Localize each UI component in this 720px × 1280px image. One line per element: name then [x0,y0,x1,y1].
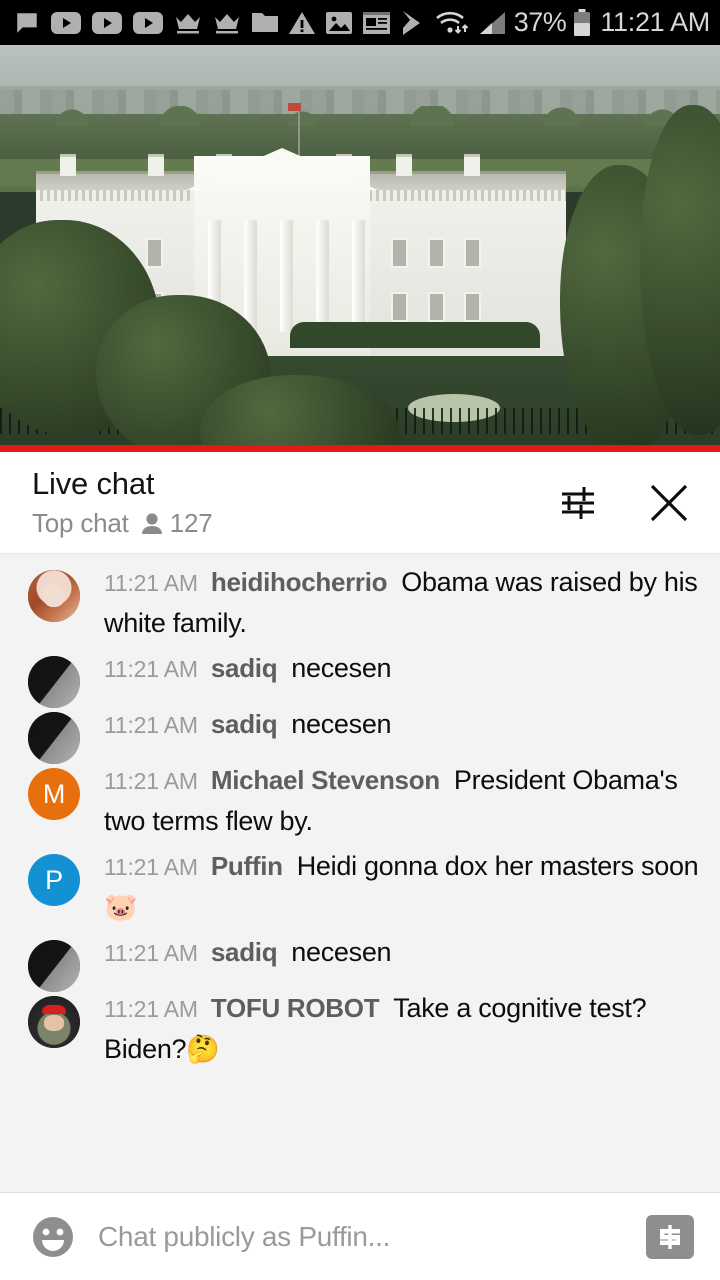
chat-message-line: 11:21 AM sadiq necesen [104,648,702,689]
avatar-photo [28,570,80,622]
status-bar: 37% 11:21 AM [0,0,720,45]
chat-message-row[interactable]: 11:21 AM heidihocherrio Obama was raised b… [0,562,720,644]
chat-message-author[interactable]: sadiq [211,937,278,967]
viewer-count: 127 [169,508,213,539]
phone-screen: 37% 11:21 AM Live chat Top chat 127 11:2… [0,0,720,1280]
emoji-smiley-icon[interactable] [30,1214,76,1260]
avatar[interactable]: M [28,768,80,821]
avatar-letter: M [28,768,80,821]
chat-message-inner: 11:21 AM TOFU ROBOT Take a cognitive test?… [0,988,702,1070]
avatar-photo [28,940,80,993]
video-progress-bar[interactable] [0,445,720,452]
live-chat-titles: Live chat Top chat 127 [32,466,556,540]
chat-message-text: necesen [291,653,392,684]
chat-message-line: 11:21 AM Michael Stevenson President Obama… [104,760,702,842]
live-chat-subtitle: Top chat 127 [32,508,556,539]
chat-message-time: 11:21 AM [104,996,198,1023]
image-icon [326,11,352,35]
avatar-letter: P [28,854,80,907]
chat-message-line: 11:21 AM heidihocherrio Obama was raised b… [104,562,702,644]
chat-message-inner: 11:21 AM sadiq necesen [0,648,702,709]
folder-icon [252,11,278,34]
avatar[interactable] [28,656,80,709]
chat-message-author[interactable]: heidihocherrio [211,567,388,597]
battery-percent-label: 37% [513,7,567,37]
status-bar-clock: 11:21 AM [600,7,710,37]
youtube-icon-2 [92,11,122,34]
live-chat-actions [556,480,698,526]
avatar[interactable] [28,712,80,765]
live-chat-header: Live chat Top chat 127 [0,452,720,554]
wifi-icon [434,9,470,37]
chat-message-time: 11:21 AM [104,712,198,739]
avatar[interactable]: P [28,854,80,907]
news-icon [363,11,390,35]
chat-message-author[interactable]: TOFU ROBOT [211,993,380,1023]
chat-message-row[interactable]: 11:21 AM sadiq necesen [0,704,720,765]
status-bar-system-icons: 37% 11:21 AM [434,7,710,38]
chat-input-bar: Chat publicly as Puffin... [0,1192,720,1280]
chat-message-author[interactable]: Michael Stevenson [211,765,440,795]
chat-message-inner: 11:21 AM sadiq necesen [0,932,702,993]
chat-message-line: 11:21 AM TOFU ROBOT Take a cognitive test?… [104,988,702,1070]
youtube-icon-1 [51,11,81,34]
avatar-photo [28,656,80,709]
chat-message-text: necesen [291,709,392,740]
live-chat-title: Live chat [32,465,155,501]
chat-message-row[interactable]: P 11:21 AM Puffin Heidi gonna dox her maste… [0,846,720,928]
chat-message-line: 11:21 AM sadiq necesen [104,704,702,745]
message-icon [14,10,40,36]
avatar[interactable] [28,996,80,1049]
chat-message-inner: M 11:21 AM Michael Stevenson President Obam… [0,760,702,842]
chat-message-text: necesen [291,937,392,968]
chat-message-author[interactable]: Puffin [211,851,283,881]
chat-message-inner: P 11:21 AM Puffin Heidi gonna dox her maste… [0,846,702,928]
chat-message-time: 11:21 AM [104,570,198,596]
close-icon[interactable] [646,480,692,526]
chat-input-placeholder[interactable]: Chat publicly as Puffin... [98,1221,624,1253]
warning-icon [289,11,315,35]
video-hedge [290,322,540,348]
chat-message-row[interactable]: 11:21 AM sadiq necesen [0,648,720,709]
play-store-icon [401,10,425,36]
chat-mode-label[interactable]: Top chat [32,508,129,539]
chat-message-row[interactable]: 11:21 AM sadiq necesen [0,932,720,993]
chat-message-row[interactable]: M 11:21 AM Michael Stevenson President Obam… [0,760,720,842]
chat-message-inner: 11:21 AM sadiq necesen [0,704,702,765]
chat-message-time: 11:21 AM [104,768,198,795]
crown-icon-1 [174,11,202,35]
avatar-photo [28,712,80,765]
person-icon [141,512,163,536]
chat-message-time: 11:21 AM [104,656,198,683]
chat-message-line: 11:21 AM Puffin Heidi gonna dox her master… [104,846,702,928]
video-player[interactable] [0,45,720,452]
video-flag [288,103,301,111]
avatar-photo [28,996,80,1049]
chat-message-row[interactable]: 11:21 AM TOFU ROBOT Take a cognitive test?… [0,988,720,1070]
cell-signal-icon [477,10,507,36]
chat-message-time: 11:21 AM [104,854,198,881]
dollar-superchat-icon[interactable] [646,1214,694,1259]
chat-message-author[interactable]: sadiq [211,709,278,739]
chat-message-time: 11:21 AM [104,940,198,967]
youtube-icon-3 [133,11,163,34]
viewer-count-group: 127 [141,508,213,539]
chat-message-author[interactable]: sadiq [211,653,278,683]
status-bar-notification-icons [14,10,434,36]
chat-message-inner: 11:21 AM heidihocherrio Obama was raised b… [0,562,702,644]
avatar[interactable] [28,570,80,622]
tune-filter-icon[interactable] [556,481,600,525]
avatar[interactable] [28,940,80,993]
crown-icon-2 [213,11,241,35]
battery-icon [573,8,591,37]
chat-message-line: 11:21 AM sadiq necesen [104,932,702,973]
chat-message-list[interactable]: 11:21 AM heidihocherrio Obama was raised b… [0,554,720,1192]
